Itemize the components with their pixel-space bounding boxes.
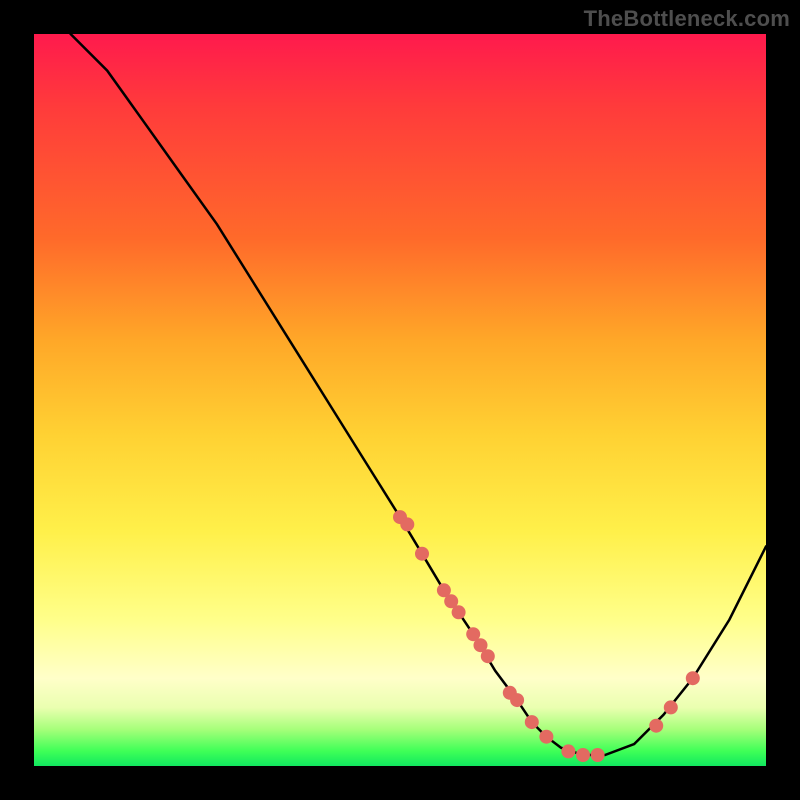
watermark-text: TheBottleneck.com bbox=[584, 6, 790, 32]
sample-point bbox=[481, 649, 495, 663]
bottleneck-curve-path bbox=[71, 34, 766, 755]
sample-point bbox=[576, 748, 590, 762]
sample-point bbox=[649, 719, 663, 733]
sample-point bbox=[415, 547, 429, 561]
sample-point bbox=[525, 715, 539, 729]
sample-point bbox=[591, 748, 605, 762]
sample-point bbox=[561, 744, 575, 758]
sample-point bbox=[400, 517, 414, 531]
sample-points-group bbox=[393, 510, 700, 762]
sample-point bbox=[664, 700, 678, 714]
sample-point bbox=[539, 730, 553, 744]
plot-area bbox=[34, 34, 766, 766]
sample-point bbox=[452, 605, 466, 619]
chart-frame: TheBottleneck.com bbox=[0, 0, 800, 800]
sample-point bbox=[510, 693, 524, 707]
sample-point bbox=[686, 671, 700, 685]
chart-svg bbox=[34, 34, 766, 766]
